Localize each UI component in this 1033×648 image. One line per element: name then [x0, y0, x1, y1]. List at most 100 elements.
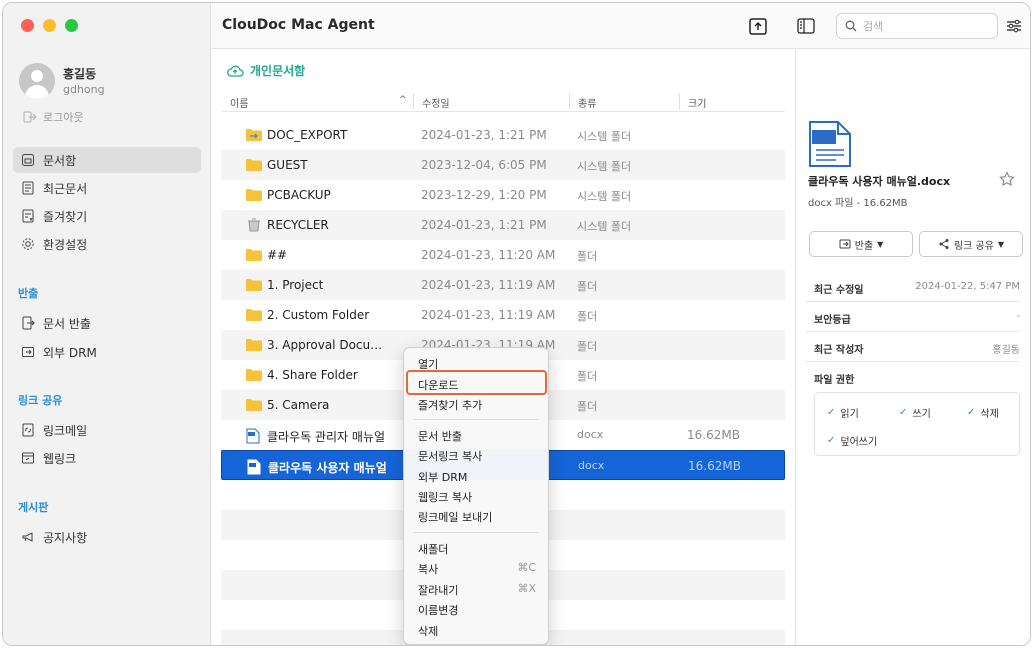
- sidebar: 홍길동 gdhong 로그아웃 문서함 최근문서 즐겨찾기 환경설정 반출 문서…: [3, 3, 211, 645]
- permission-write: ✓ 쓰기: [899, 405, 931, 420]
- filter-settings-icon[interactable]: [1004, 16, 1024, 36]
- sidebar-item-web-link[interactable]: 웹링크: [13, 445, 201, 471]
- star-icon[interactable]: [999, 171, 1015, 187]
- folder-icon: [246, 249, 262, 261]
- column-header: 이름 ^ 수정일 종류 크기: [221, 90, 785, 112]
- permission-read: ✓ 읽기: [827, 405, 859, 420]
- close-window-button[interactable]: [21, 19, 34, 32]
- menu-item-add-favorite[interactable]: 즐겨찾기 추가: [418, 397, 482, 413]
- file-kind: 시스템 폴더: [577, 220, 632, 233]
- export-icon: [22, 316, 35, 330]
- export-icon: [839, 239, 851, 249]
- sidebar-item-doc-export[interactable]: 문서 반출: [13, 310, 201, 336]
- permissions-box: ✓ 읽기 ✓ 쓰기 ✓ 삭제 ✓ 덮어쓰기: [814, 392, 1020, 456]
- file-name: ##: [267, 248, 288, 262]
- menu-item-delete[interactable]: 삭제: [418, 623, 438, 639]
- sidebar-item-link-mail[interactable]: 링크메일: [13, 417, 201, 443]
- menu-item-send-link-mail[interactable]: 링크메일 보내기: [418, 509, 492, 525]
- sidebar-item-favorites[interactable]: 즐겨찾기: [13, 203, 201, 229]
- table-row[interactable]: ## 2024-01-23, 11:20 AM 폴더: [221, 240, 785, 270]
- menu-item-copy-doc-link[interactable]: 문서링크 복사: [418, 448, 482, 464]
- sidebar-item-notices[interactable]: 공지사항: [13, 524, 201, 550]
- column-modified[interactable]: 수정일: [422, 95, 450, 110]
- menu-item-copy-web-link[interactable]: 웹링크 복사: [418, 489, 472, 505]
- sort-ascending-icon[interactable]: ^: [399, 95, 407, 105]
- table-row[interactable]: DOC_EXPORT 2024-01-23, 1:21 PM 시스템 폴더: [221, 120, 785, 150]
- check-icon: ✓: [827, 435, 836, 446]
- logout-button[interactable]: 로그아웃: [23, 109, 83, 125]
- file-kind: docx: [577, 428, 604, 441]
- export-button[interactable]: 반출 ▼: [809, 231, 913, 257]
- sidebar-item-recent[interactable]: 최근문서: [13, 175, 201, 201]
- folder-icon: [246, 339, 262, 351]
- prop-key: 보안등급: [814, 315, 851, 326]
- table-row[interactable]: 1. Project 2024-01-23, 11:19 AM 폴더: [221, 270, 785, 300]
- upload-icon[interactable]: [748, 16, 768, 36]
- table-row[interactable]: 2. Custom Folder 2024-01-23, 11:19 AM 폴더: [221, 300, 785, 330]
- permission-label: 읽기: [840, 409, 859, 420]
- sidebar-item-label: 문서 반출: [43, 316, 91, 331]
- column-size[interactable]: 크기: [688, 95, 706, 110]
- sidebar-item-label: 환경설정: [43, 237, 88, 252]
- zoom-window-button[interactable]: [65, 19, 78, 32]
- sidebar-item-settings[interactable]: 환경설정: [13, 231, 201, 257]
- section-title-board: 게시판: [18, 501, 49, 514]
- sidebar-item-label: 최근문서: [43, 181, 88, 196]
- breadcrumb[interactable]: 개인문서함: [226, 62, 305, 79]
- app-window: 홍길동 gdhong 로그아웃 문서함 최근문서 즐겨찾기 환경설정 반출 문서…: [2, 2, 1031, 646]
- menu-item-external-drm[interactable]: 외부 DRM: [418, 469, 467, 485]
- sidebar-item-label: 문서함: [43, 153, 77, 168]
- context-menu: 열기 다운로드 즐겨찾기 추가 문서 반출 문서링크 복사 외부 DRM 웹링크…: [403, 347, 549, 645]
- folder-icon: [246, 369, 262, 381]
- link-share-button[interactable]: 링크 공유 ▼: [919, 231, 1023, 257]
- minimize-window-button[interactable]: [43, 19, 56, 32]
- chevron-down-icon: ▼: [877, 239, 884, 249]
- prop-row: 최근 수정일 2024-01-22, 5:47 PM: [806, 272, 1020, 302]
- menu-item-new-folder[interactable]: 새폴더: [418, 541, 448, 557]
- file-modified: 2024-01-23, 11:19 AM: [421, 278, 556, 292]
- menu-item-cut[interactable]: 잘라내기: [418, 582, 458, 598]
- folder-icon: [246, 279, 262, 291]
- chevron-down-icon: ▼: [997, 239, 1005, 249]
- trash-icon: [248, 218, 260, 232]
- avatar: [19, 63, 55, 99]
- prop-value: 2024-01-22, 5:47 PM: [915, 281, 1020, 292]
- menu-item-rename[interactable]: 이름변경: [418, 602, 458, 618]
- link-mail-icon: [22, 423, 34, 437]
- prop-value: 홍길동: [992, 345, 1020, 356]
- table-row[interactable]: PCBACKUP 2023-12-29, 1:20 PM 시스템 폴더: [221, 180, 785, 210]
- folder-icon: [246, 159, 262, 171]
- menu-highlight: [406, 370, 547, 395]
- recent-docs-icon: [22, 181, 34, 195]
- column-divider[interactable]: [679, 93, 680, 109]
- cloud-icon: [227, 65, 244, 77]
- table-row[interactable]: GUEST 2023-12-04, 6:05 PM 시스템 폴더: [221, 150, 785, 180]
- sidebar-item-documents[interactable]: 문서함: [13, 147, 201, 173]
- file-name: RECYCLER: [267, 218, 329, 232]
- drm-icon: [22, 347, 34, 357]
- column-divider[interactable]: [569, 93, 570, 109]
- file-modified: 2024-01-23, 1:21 PM: [421, 128, 547, 142]
- column-name[interactable]: 이름: [230, 95, 248, 110]
- search-input[interactable]: [863, 19, 983, 33]
- sidebar-item-label: 웹링크: [43, 451, 77, 466]
- search-icon: [845, 20, 857, 32]
- column-divider[interactable]: [413, 93, 414, 109]
- shortcut-cut: ⌘X: [517, 582, 536, 595]
- permission-label: 덮어쓰기: [840, 437, 878, 448]
- file-kind: 폴더: [577, 310, 598, 323]
- file-kind: 폴더: [577, 370, 598, 383]
- sidebar-toggle-icon[interactable]: [796, 16, 816, 36]
- file-kind: 시스템 폴더: [577, 160, 632, 173]
- column-kind[interactable]: 종류: [578, 95, 596, 110]
- menu-item-copy[interactable]: 복사: [418, 561, 438, 577]
- export-folder-icon: [246, 129, 262, 141]
- table-row[interactable]: RECYCLER 2024-01-23, 1:21 PM 시스템 폴더: [221, 210, 785, 240]
- file-modified: 2023-12-29, 1:20 PM: [421, 188, 547, 202]
- prop-value: -: [1016, 311, 1020, 322]
- search-field[interactable]: [836, 13, 998, 39]
- menu-item-doc-export[interactable]: 문서 반출: [418, 428, 462, 444]
- sidebar-item-external-drm[interactable]: 외부 DRM: [13, 339, 201, 365]
- permissions-title: 파일 권한: [814, 375, 855, 386]
- file-name-title: 클라우독 사용자 매뉴얼.docx: [808, 175, 951, 188]
